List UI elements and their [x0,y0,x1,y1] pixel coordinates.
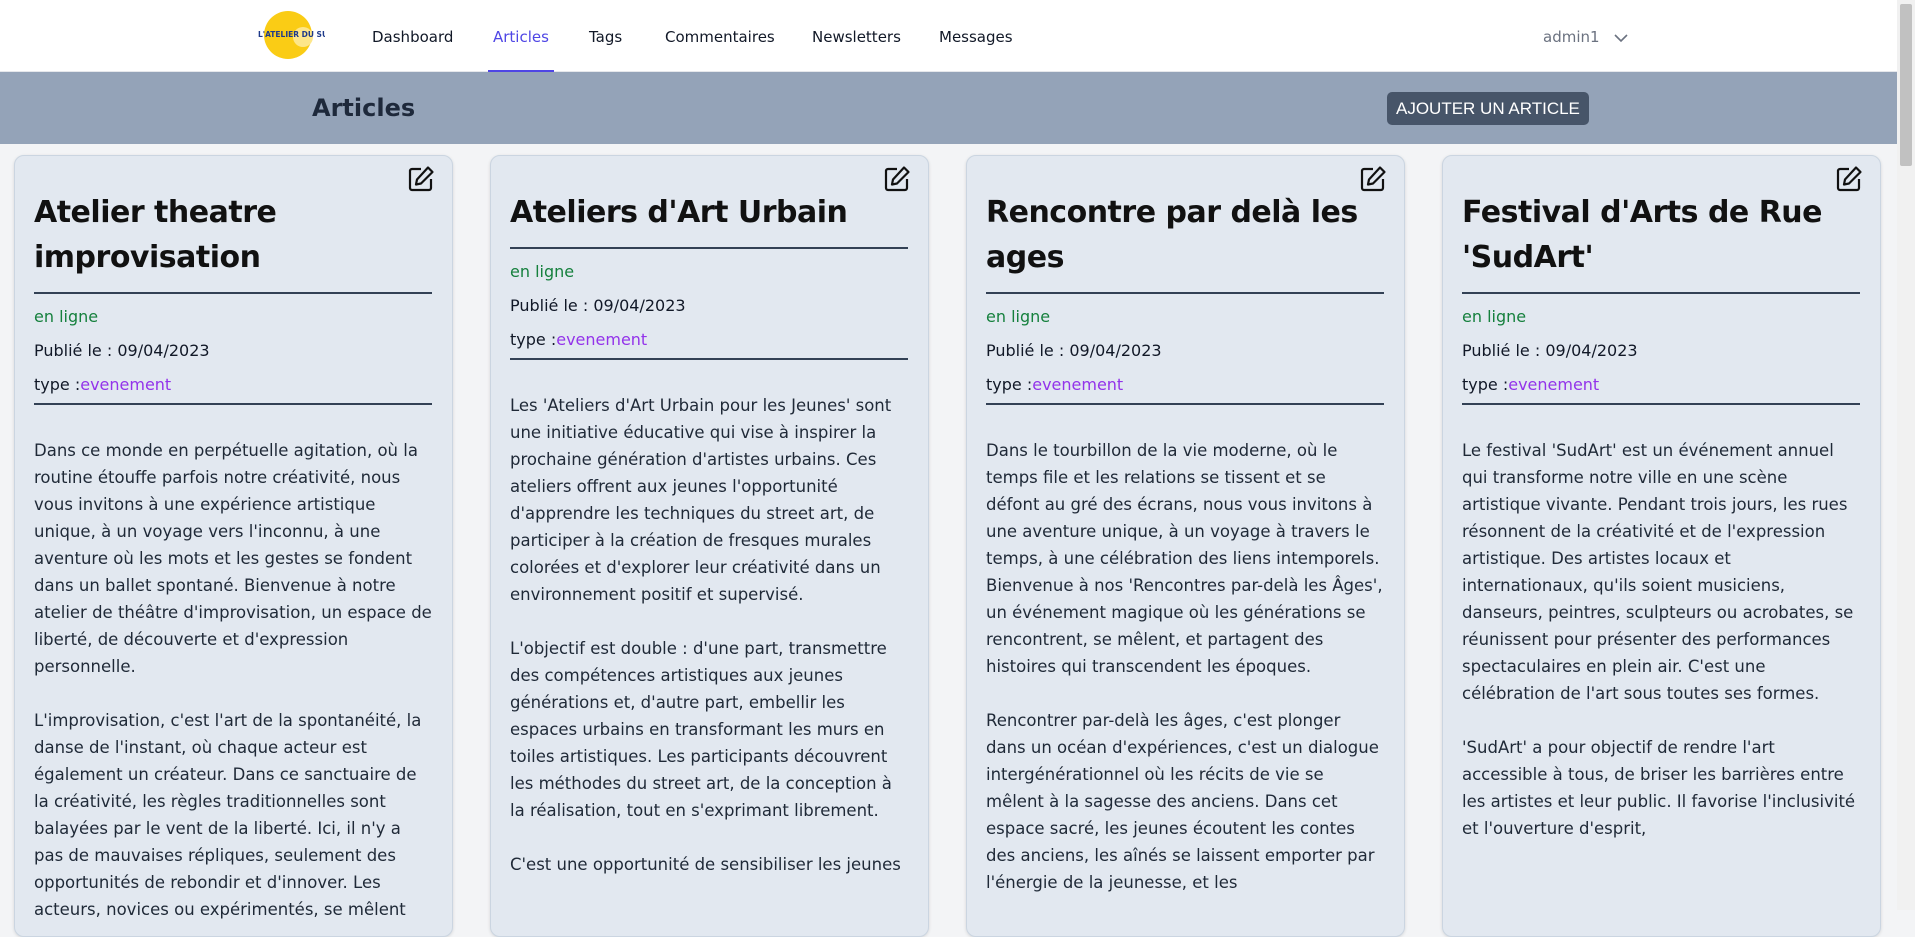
article-type: type :evenement [1462,375,1860,405]
article-body: Dans le tourbillon de la vie moderne, où… [986,437,1384,896]
article-published-date: Publié le : 09/04/2023 [1462,341,1638,360]
article-published-date: Publié le : 09/04/2023 [34,341,210,360]
article-paragraph: Les 'Ateliers d'Art Urbain pour les Jeun… [510,396,892,604]
article-card: Ateliers d'Art Urbain en ligne Publié le… [490,155,929,937]
nav-dashboard[interactable]: Dashboard [372,0,453,71]
article-body: Le festival 'SudArt' est un événement an… [1462,437,1860,842]
article-paragraph: 'SudArt' a pour objectif de rendre l'art… [1462,738,1856,838]
article-paragraph: L'improvisation, c'est l'art de la spont… [34,711,422,919]
type-value: evenement [1508,375,1600,394]
article-status: en ligne [1462,307,1527,326]
article-type: type :evenement [986,375,1384,405]
scrollbar-thumb[interactable] [1900,4,1912,166]
article-status: en ligne [34,307,99,326]
article-published-date: Publié le : 09/04/2023 [510,296,686,315]
article-card: Rencontre par delà les ages en ligne Pub… [966,155,1405,937]
page-title: Articles [312,94,416,122]
edit-icon[interactable] [883,165,911,193]
chevron-down-icon [1614,1,1628,75]
article-title[interactable]: Atelier theatre improvisation [34,190,432,294]
logo-text: L'ATELIER DU SUD [258,30,325,39]
type-label: type : [1462,375,1509,394]
top-navbar: L'ATELIER DU SUD Dashboard Articles Tags… [0,0,1915,72]
edit-icon[interactable] [407,165,435,193]
user-name: admin1 [1543,28,1600,46]
nav-tags[interactable]: Tags [589,0,622,71]
add-article-button[interactable]: AJOUTER UN ARTICLE [1387,92,1589,125]
nav-articles[interactable]: Articles [488,0,554,72]
type-value: evenement [1032,375,1124,394]
article-status: en ligne [986,307,1051,326]
site-logo[interactable]: L'ATELIER DU SUD [255,7,325,61]
article-paragraph: Le festival 'SudArt' est un événement an… [1462,441,1854,703]
nav-messages[interactable]: Messages [939,0,1013,71]
nav-commentaires[interactable]: Commentaires [665,0,775,71]
article-type: type :evenement [510,330,908,360]
type-label: type : [986,375,1033,394]
article-type: type :evenement [34,375,432,405]
article-paragraph: Dans le tourbillon de la vie moderne, où… [986,441,1383,676]
article-title[interactable]: Festival d'Arts de Rue 'SudArt' [1462,190,1860,294]
article-paragraph: Rencontrer par-delà les âges, c'est plon… [986,711,1379,892]
article-body: Dans ce monde en perpétuelle agitation, … [34,437,432,923]
user-menu[interactable]: admin1 [1543,0,1628,71]
article-paragraph: L'objectif est double : d'une part, tran… [510,639,892,820]
article-paragraph: Dans ce monde en perpétuelle agitation, … [34,441,432,676]
page-header: Articles AJOUTER UN ARTICLE [0,72,1897,144]
article-card: Festival d'Arts de Rue 'SudArt' en ligne… [1442,155,1881,937]
type-label: type : [34,375,81,394]
edit-icon[interactable] [1835,165,1863,193]
article-title[interactable]: Rencontre par delà les ages [986,190,1384,294]
article-card: Atelier theatre improvisation en ligne P… [14,155,453,937]
type-value: evenement [80,375,172,394]
type-value: evenement [556,330,648,349]
article-status: en ligne [510,262,575,281]
article-body: Les 'Ateliers d'Art Urbain pour les Jeun… [510,392,908,878]
article-published-date: Publié le : 09/04/2023 [986,341,1162,360]
article-paragraph: C'est une opportunité de sensibiliser le… [510,855,901,874]
nav-newsletters[interactable]: Newsletters [812,0,901,71]
type-label: type : [510,330,557,349]
page-scrollbar[interactable] [1897,0,1915,910]
article-title[interactable]: Ateliers d'Art Urbain [510,190,908,249]
edit-icon[interactable] [1359,165,1387,193]
